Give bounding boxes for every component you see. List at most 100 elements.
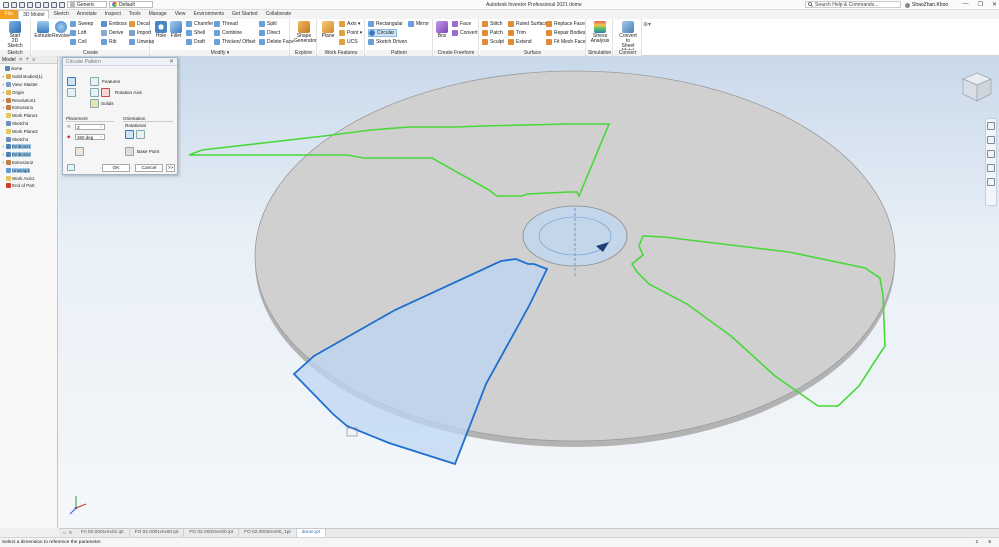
material-dropdown[interactable]: Generic xyxy=(67,1,107,8)
tree-expander-icon[interactable]: + xyxy=(2,82,5,87)
tab-environments[interactable]: Environments xyxy=(189,10,228,19)
solids-select-icon[interactable] xyxy=(90,99,99,108)
tree-expander-icon[interactable]: + xyxy=(2,74,5,79)
direct-button[interactable]: Direct xyxy=(259,29,280,37)
features-mode-icon[interactable] xyxy=(67,77,76,86)
dialog-close-icon[interactable]: ✕ xyxy=(169,58,174,66)
split-button[interactable]: Split xyxy=(259,20,277,28)
tab-tools[interactable]: Tools xyxy=(125,10,145,19)
browser-node[interactable]: Unwrap1 xyxy=(1,166,57,174)
browser-node[interactable]: dome xyxy=(1,65,57,73)
face-button[interactable]: Face xyxy=(452,20,471,28)
mirror-button[interactable]: Mirror xyxy=(408,20,429,28)
view-cube-icon[interactable] xyxy=(959,70,995,104)
browser-node[interactable]: + Revolution1 xyxy=(1,96,57,104)
emboss-button[interactable]: Emboss xyxy=(101,20,127,28)
tab-collaborate[interactable]: Collaborate xyxy=(262,10,296,19)
tab-list-icon[interactable]: ≡ xyxy=(69,530,72,536)
coil-button[interactable]: Coil xyxy=(70,38,87,46)
browser-node[interactable]: + Solid Bodies(1) xyxy=(1,73,57,81)
tree-expander-icon[interactable]: + xyxy=(2,105,5,110)
browser-node[interactable]: + Origin xyxy=(1,88,57,96)
help-search-input[interactable]: Search Help & Commands... xyxy=(805,1,901,8)
tab-manage[interactable]: Manage xyxy=(145,10,171,19)
pan-icon[interactable] xyxy=(987,136,995,144)
sketch-driven-pattern-button[interactable]: Sketch Driven xyxy=(368,38,407,46)
fit-mesh-face-button[interactable]: Fit Mesh Face xyxy=(546,38,586,46)
tab-get-started[interactable]: Get Started xyxy=(228,10,262,19)
tree-expander-icon[interactable]: + xyxy=(2,152,5,157)
rotation-axis-select-icon[interactable] xyxy=(90,88,99,97)
tree-expander-icon[interactable]: + xyxy=(2,144,5,149)
ok-button[interactable]: OK xyxy=(102,164,130,172)
import-button[interactable]: Import xyxy=(129,29,151,37)
cancel-button[interactable]: Cancel xyxy=(135,164,163,172)
box-button[interactable]: Box xyxy=(432,21,452,39)
minimize-button[interactable]: — xyxy=(963,1,969,8)
document-tab[interactable]: FO 02.0003rev00_1pt xyxy=(239,529,297,537)
extrude-button[interactable]: Extrude xyxy=(33,21,53,39)
start-2d-sketch-button[interactable]: Start 2D Sketch xyxy=(5,21,25,49)
ribbon-options-button[interactable]: ⊕▾ xyxy=(643,20,651,28)
browser-node[interactable]: Sketch4 xyxy=(1,135,57,143)
replace-face-button[interactable]: Replace Face xyxy=(546,20,585,28)
tab-inspect[interactable]: Inspect xyxy=(101,10,125,19)
browser-node[interactable]: + Emboss1 xyxy=(1,143,57,151)
home-tab-icon[interactable]: ⌂ xyxy=(63,530,66,536)
app-menu-icon[interactable] xyxy=(3,1,9,8)
patch-button[interactable]: Patch xyxy=(482,29,503,37)
browser-add-icon[interactable]: + xyxy=(26,57,30,63)
tab-file[interactable]: File xyxy=(0,10,19,19)
browser-node[interactable]: End of Part xyxy=(1,182,57,190)
tree-expander-icon[interactable]: + xyxy=(2,98,5,103)
browser-node[interactable]: + Extrusion1 xyxy=(1,104,57,112)
tree-expander-icon[interactable]: + xyxy=(2,90,5,95)
orbit-icon[interactable] xyxy=(987,164,995,172)
stitch-button[interactable]: Stitch xyxy=(482,20,503,28)
model-canvas[interactable] xyxy=(59,56,999,528)
browser-node[interactable]: + Emboss2 xyxy=(1,151,57,159)
look-at-icon[interactable] xyxy=(987,178,995,186)
new-file-icon[interactable] xyxy=(11,1,17,8)
document-tab[interactable]: dome.ipt xyxy=(296,529,327,537)
features-select-icon[interactable] xyxy=(90,77,99,86)
sculpt-button[interactable]: Sculpt xyxy=(482,38,504,46)
navigation-wheel-icon[interactable] xyxy=(987,122,995,130)
tab-sketch[interactable]: Sketch xyxy=(49,10,72,19)
convert-button[interactable]: Convert xyxy=(452,29,478,37)
combine-button[interactable]: Combine xyxy=(214,29,242,37)
save-icon[interactable] xyxy=(27,1,33,8)
shell-button[interactable]: Shell xyxy=(186,29,205,37)
ruled-surface-button[interactable]: Ruled Surface xyxy=(508,20,548,28)
appearance-dropdown[interactable]: Default xyxy=(109,1,153,8)
revolve-button[interactable]: Revolve xyxy=(51,21,71,39)
tab-annotate[interactable]: Annotate xyxy=(73,10,101,19)
thicken-offset-button[interactable]: Thicken/ Offset xyxy=(214,38,256,46)
graphics-viewport[interactable] xyxy=(59,56,999,528)
rectangular-pattern-button[interactable]: Rectangular xyxy=(368,20,403,28)
ucs-button[interactable]: UCS xyxy=(339,38,358,46)
undo-icon[interactable] xyxy=(35,1,41,8)
zoom-icon[interactable] xyxy=(987,150,995,158)
home-icon[interactable] xyxy=(51,1,57,8)
shape-generator-button[interactable]: Shape Generator xyxy=(294,21,317,44)
tab-3d-model[interactable]: 3D Model xyxy=(18,10,50,19)
decal-button[interactable]: Decal xyxy=(129,20,150,28)
stress-analysis-button[interactable]: Stress Analysis xyxy=(590,21,610,44)
circular-pattern-button[interactable]: Circular xyxy=(368,29,398,37)
document-tab[interactable]: FO 02.0001rev00.ipt xyxy=(130,529,185,537)
help-icon[interactable] xyxy=(67,164,75,171)
more-options-button[interactable]: >> xyxy=(166,164,175,172)
document-tab[interactable]: FA 02.0001rev01.ipt xyxy=(76,529,130,537)
document-tab[interactable]: FO 02.0002rev00.ipt xyxy=(184,529,240,537)
rotational-orientation-icon[interactable] xyxy=(125,130,134,139)
draft-button[interactable]: Draft xyxy=(186,38,205,46)
repair-bodies-button[interactable]: Repair Bodies xyxy=(546,29,585,37)
redo-icon[interactable] xyxy=(43,1,49,8)
extend-button[interactable]: Extend xyxy=(508,38,532,46)
chamfer-button[interactable]: Chamfer xyxy=(186,20,213,28)
count-flyout-icon[interactable]: › xyxy=(100,124,102,129)
plane-button[interactable]: Plane xyxy=(318,21,338,39)
maximize-button[interactable]: ❐ xyxy=(978,1,983,8)
loft-button[interactable]: Loft xyxy=(70,29,86,37)
